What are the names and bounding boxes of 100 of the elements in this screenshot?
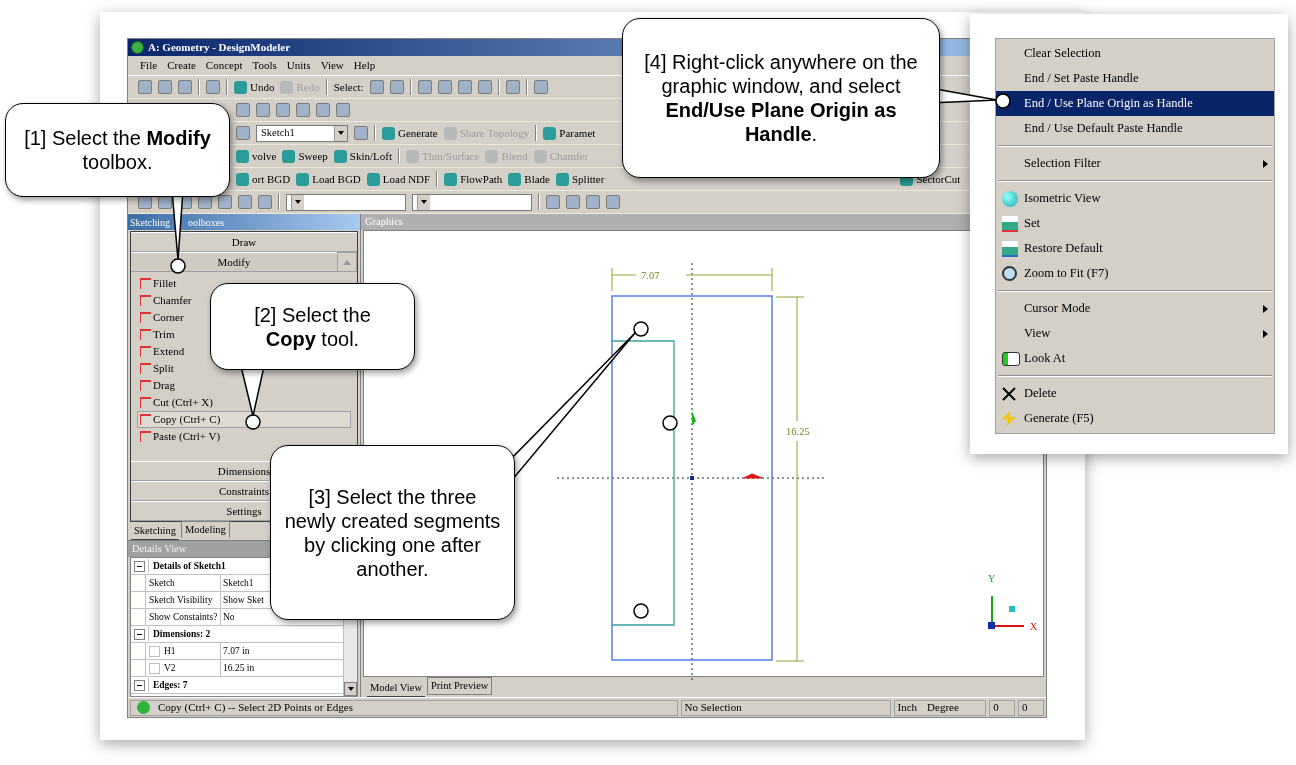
- dropdown[interactable]: Sketch1: [256, 124, 348, 142]
- menu-item[interactable]: Tools: [252, 57, 277, 74]
- toolbox-tool[interactable]: Paste (Ctrl+ V): [137, 428, 222, 445]
- view-tab[interactable]: Print Preview: [426, 677, 493, 695]
- toolbox-tool[interactable]: Extend: [137, 343, 186, 360]
- menu-item[interactable]: Cursor Mode: [996, 296, 1274, 321]
- status-value: 0: [989, 699, 1016, 716]
- tool-icon: [444, 172, 458, 186]
- app-icon: [131, 41, 144, 54]
- tool-icon: [282, 149, 296, 163]
- tool-icon: [140, 380, 151, 391]
- view-tab[interactable]: Model View: [367, 680, 425, 697]
- menu-item[interactable]: End / Set Paste Handle: [996, 66, 1274, 91]
- tool-icon: [236, 149, 249, 163]
- menu-item[interactable]: Set: [996, 211, 1274, 236]
- menu-item[interactable]: End / Use Plane Origin as Handle: [996, 91, 1274, 116]
- tool-icon: [485, 149, 499, 163]
- menu-item[interactable]: Generate (F5): [996, 406, 1274, 431]
- dropdown[interactable]: [412, 193, 532, 211]
- toolbox-tool[interactable]: Cut (Ctrl+ X): [137, 394, 214, 411]
- menu-item[interactable]: Restore Default: [996, 236, 1274, 261]
- callout-tooltip: [1] Select the Modify toolbox.: [5, 103, 230, 197]
- property-value: 16.25 in: [222, 661, 256, 675]
- group-heading: Edges: 7: [148, 677, 188, 693]
- tool-icon: [405, 149, 419, 163]
- tool-icon: [140, 312, 151, 323]
- cross-icon: [1002, 386, 1016, 401]
- toolbar-button[interactable]: ort BGD: [236, 170, 291, 188]
- toolbar-button[interactable]: Load NDF: [366, 170, 431, 188]
- toolbox-tool[interactable]: Copy (Ctrl+ C): [137, 411, 351, 428]
- menu-item[interactable]: View: [320, 57, 344, 74]
- tool-icon: [234, 80, 247, 94]
- tool-icon: [236, 172, 249, 186]
- toolbox-tool[interactable]: Trim: [137, 326, 176, 343]
- checkbox[interactable]: [149, 645, 160, 657]
- tool-icon: [280, 80, 294, 94]
- toolbox-tool[interactable]: Split: [137, 360, 175, 377]
- axis-label: Y: [988, 572, 996, 586]
- toolbar-button[interactable]: volve: [236, 147, 277, 165]
- tool-icon: [556, 172, 569, 186]
- tool-icon: [443, 126, 457, 140]
- menu-item[interactable]: Zoom to Fit (F7): [996, 261, 1274, 286]
- menu-item[interactable]: Clear Selection: [996, 41, 1274, 66]
- menu-item[interactable]: Isometric View: [996, 186, 1274, 211]
- menu-item[interactable]: Selection Filter: [996, 151, 1274, 176]
- scroll-up-button[interactable]: [337, 252, 357, 272]
- menu-item[interactable]: Units: [286, 57, 311, 74]
- tool-icon: [296, 172, 310, 186]
- tool-icon: [140, 414, 151, 425]
- status-selection: No Selection: [680, 699, 891, 716]
- toolbox-tool[interactable]: Drag: [137, 377, 176, 394]
- tool-icon: [140, 329, 151, 340]
- tool-icon: [140, 278, 151, 289]
- checkbox[interactable]: [149, 662, 160, 674]
- toolbar-button[interactable]: Undo: [234, 78, 275, 96]
- tool-icon: [366, 172, 380, 186]
- property-name: H1: [164, 644, 176, 658]
- collapse-button[interactable]: [134, 560, 145, 572]
- dropdown[interactable]: [286, 193, 406, 211]
- panel-tab[interactable]: Modeling: [181, 521, 230, 538]
- menu-item[interactable]: File: [140, 57, 158, 74]
- status-unit: Inch: [897, 700, 918, 716]
- menu-item[interactable]: Concept: [205, 57, 243, 74]
- toolbar-button[interactable]: Splitter: [556, 170, 605, 188]
- axis-label: X: [1030, 620, 1038, 634]
- toolbox-section[interactable]: Modify: [131, 252, 337, 272]
- toolbar-button[interactable]: Paramet: [543, 124, 596, 142]
- toolbar-button[interactable]: Generate: [382, 124, 438, 142]
- toolbar-button[interactable]: Skin/Loft: [333, 147, 392, 165]
- menu-item[interactable]: Create: [167, 57, 196, 74]
- menu-item[interactable]: Help: [353, 57, 376, 74]
- property-value: 7.07 in: [222, 644, 251, 658]
- toolbar-button[interactable]: FlowPath: [444, 170, 503, 188]
- property-value: No: [222, 610, 236, 624]
- menu-item[interactable]: View: [996, 321, 1274, 346]
- menu-item[interactable]: Delete: [996, 381, 1274, 406]
- collapse-button[interactable]: [134, 628, 145, 640]
- panel-title: Graphics: [365, 215, 403, 230]
- toolbar-button[interactable]: Blade: [508, 170, 550, 188]
- menu-item[interactable]: Look At: [996, 346, 1274, 371]
- toolbox-section[interactable]: Draw: [131, 232, 357, 252]
- menu-item[interactable]: End / Use Default Paste Handle: [996, 116, 1274, 141]
- toolbar-button[interactable]: Sweep: [282, 147, 328, 165]
- property-name: Show Constaints?: [149, 610, 218, 624]
- toolbar-button[interactable]: Load BGD: [296, 170, 361, 188]
- tool-icon: [140, 431, 151, 442]
- tool-icon: [140, 295, 151, 306]
- axis-triad-drawing: [988, 595, 1025, 629]
- toolbox-tool[interactable]: Corner: [137, 309, 185, 326]
- property-name: Sketch: [149, 576, 175, 590]
- group-heading: Details of Sketch1: [148, 558, 226, 574]
- toolbox-tool[interactable]: Chamfer: [137, 292, 193, 309]
- collapse-button[interactable]: [134, 679, 145, 691]
- tool-icon: [140, 397, 151, 408]
- panel-title: oolboxes: [188, 215, 225, 230]
- callout-tooltip: [3] Select the three newly created segments by clicking one after another.: [270, 445, 515, 620]
- group-heading: Dimensions: 2: [148, 626, 211, 642]
- toolbox-tool[interactable]: Fillet: [137, 275, 178, 292]
- toolbar-label: Select:: [333, 79, 364, 95]
- callout-tooltip: [4] Right-click anywhere on the graphic window, and select End/Use Plane Origin as Handle.: [622, 18, 940, 178]
